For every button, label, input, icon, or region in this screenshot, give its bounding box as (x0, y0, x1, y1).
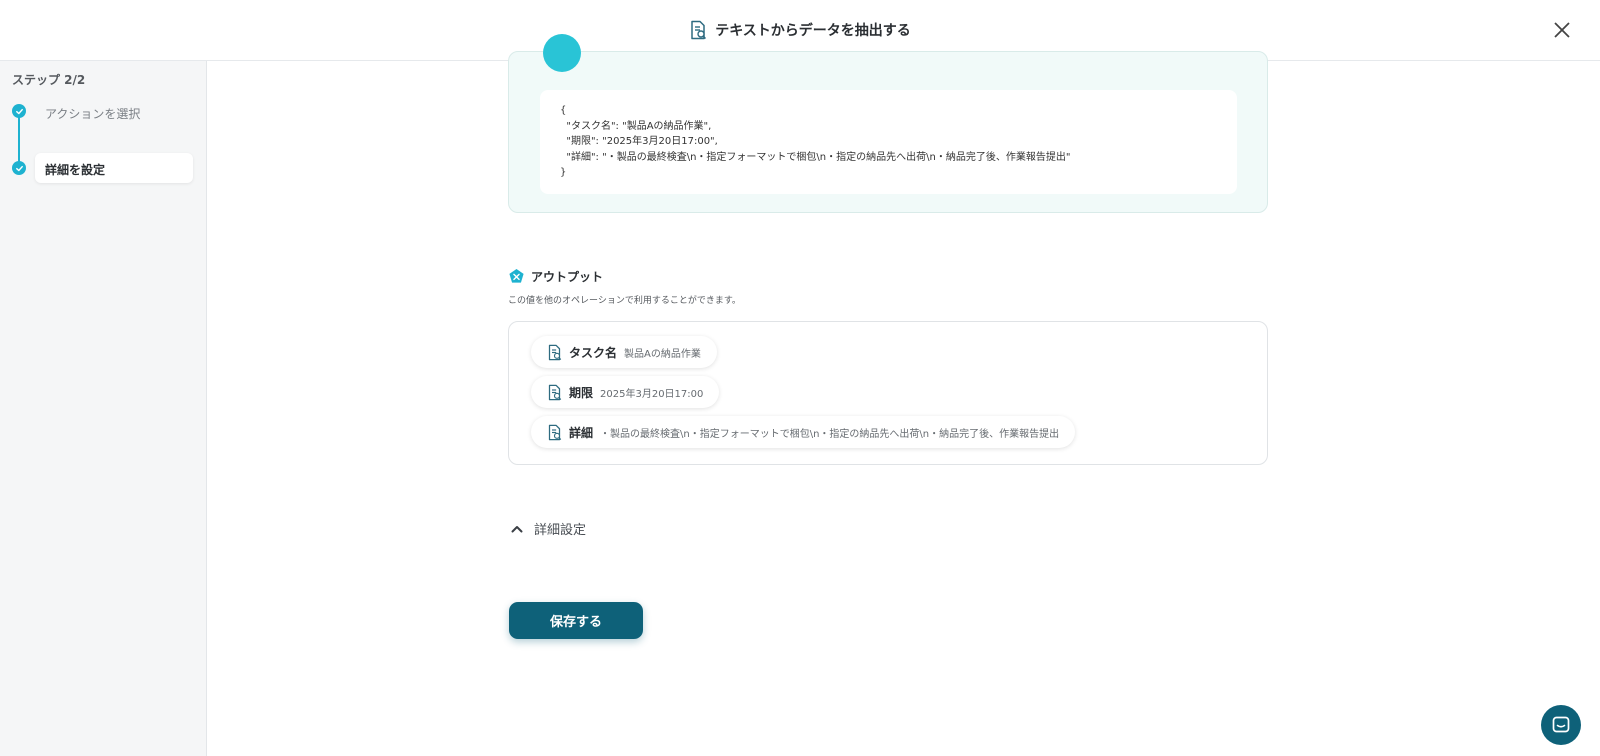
step-check-icon (12, 161, 26, 175)
chevron-up-icon (511, 525, 523, 532)
output-item-deadline[interactable]: 期限 2025年3月20日17:00 (531, 376, 720, 408)
step-configure-details[interactable]: 詳細を設定 (35, 153, 193, 183)
document-search-icon (689, 20, 707, 40)
output-description: この値を他のオペレーションで利用することができます。 (508, 296, 741, 306)
app-avatar (543, 34, 581, 72)
output-item-name: 期限 (569, 385, 594, 400)
output-heading: アウトプット (508, 268, 603, 285)
document-search-icon (548, 384, 562, 400)
close-button[interactable] (1550, 18, 1574, 42)
close-icon (1554, 22, 1570, 38)
output-variable-icon (509, 268, 524, 283)
advanced-settings-label: 詳細設定 (534, 523, 587, 538)
json-line: "期限": "2025年3月20日17:00", (560, 136, 718, 147)
output-title: アウトプット (531, 270, 604, 284)
document-search-icon (548, 424, 562, 440)
document-search-icon (548, 344, 562, 360)
json-line: "タスク名": "製品Aの納品作業", (560, 120, 712, 132)
json-line: { (560, 105, 567, 116)
advanced-settings-toggle[interactable]: 詳細設定 (510, 519, 586, 538)
output-item-details[interactable]: 詳細 ・製品の最終検査\n・指定フォーマットで梱包\n・指定の納品先へ出荷\n・… (531, 416, 1076, 448)
json-line: } (560, 167, 567, 178)
main-content: { "タスク名": "製品Aの納品作業", "期限": "2025年3月20日1… (207, 34, 1600, 756)
test-result-card: { "タスク名": "製品Aの納品作業", "期限": "2025年3月20日1… (508, 34, 1268, 213)
output-item-name: タスク名 (569, 345, 618, 360)
modal-title-text: テキストからデータを抽出する (715, 23, 911, 39)
output-item-value: 製品Aの納品作業 (624, 348, 701, 360)
output-item-task-name[interactable]: タスク名 製品Aの納品作業 (531, 336, 717, 368)
step-check-icon (12, 104, 26, 118)
json-line: "詳細": "・製品の最終検査\n・指定フォーマットで梱包\n・指定の納品先へ出… (560, 151, 1071, 163)
json-result: { "タスク名": "製品Aの納品作業", "期限": "2025年3月20日1… (540, 90, 1237, 194)
modal-title: テキストからデータを抽出する (689, 20, 911, 40)
save-button[interactable]: 保存する (509, 602, 643, 639)
step-sidebar: ステップ 2/2 アクションを選択 詳細を設定 (0, 61, 207, 756)
step-select-action[interactable]: アクションを選択 (45, 105, 140, 122)
output-list: タスク名 製品Aの納品作業 期限 2025年3月20日17:00 詳細 ・製品の… (508, 321, 1268, 465)
chat-icon (1552, 716, 1570, 733)
output-item-value: 2025年3月20日17:00 (600, 388, 704, 400)
output-item-name: 詳細 (569, 425, 594, 440)
step-counter: ステップ 2/2 (12, 73, 86, 87)
output-item-value: ・製品の最終検査\n・指定フォーマットで梱包\n・指定の納品先へ出荷\n・納品完… (600, 428, 1060, 440)
chat-support-button[interactable] (1541, 705, 1581, 745)
